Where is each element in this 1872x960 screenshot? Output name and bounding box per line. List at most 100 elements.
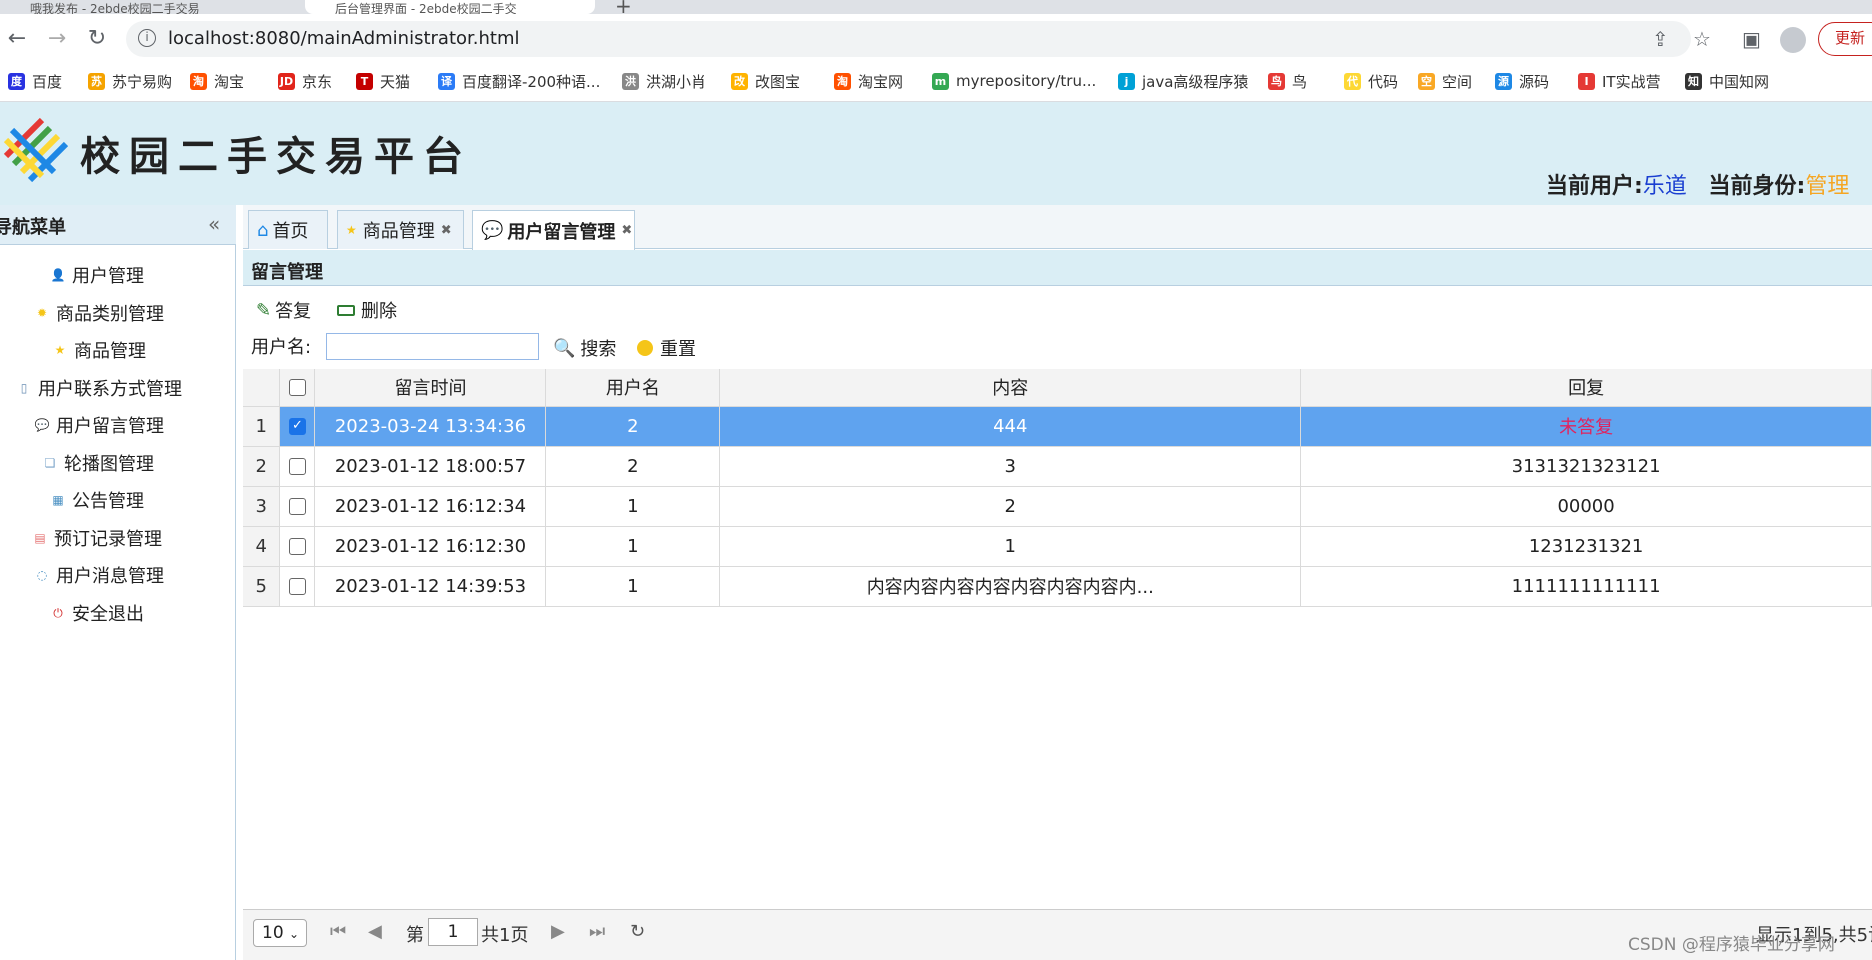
row-number: 3 (243, 486, 281, 527)
user-icon: 👤 (50, 268, 66, 282)
cell-content: 1 (719, 526, 1302, 567)
row-number: 2 (243, 446, 281, 487)
nav-item-label: 商品管理 (74, 341, 146, 362)
table-row[interactable]: 1 ✓ 2023-03-24 13:34:36 2 444 未答复 (243, 406, 1872, 447)
bookmark-label: 改图宝 (755, 72, 801, 91)
cell-time: 2023-01-12 18:00:57 (314, 446, 547, 487)
message-icon: ◌ (36, 568, 48, 582)
bookmark-favicon-icon: 空 (1418, 72, 1435, 90)
bookmark-item[interactable]: 洪洪湖小肖 (622, 70, 706, 92)
table-row[interactable]: 4 2023-01-12 16:12:30 1 1 1231231321 (243, 526, 1872, 567)
row-checkbox[interactable]: ✓ (288, 418, 306, 435)
bookmark-item[interactable]: 度百度 (8, 70, 62, 92)
bookmark-item[interactable]: 淘淘宝 (190, 70, 244, 92)
bookmark-item[interactable]: T 天猫 (356, 70, 410, 92)
close-icon[interactable]: ✖ (441, 223, 452, 238)
bookmark-item[interactable]: 鸟鸟 (1268, 70, 1307, 92)
bookmark-item[interactable]: 源源码 (1495, 70, 1549, 92)
column-header-reply[interactable]: 回复 (1300, 369, 1872, 407)
bookmark-favicon-icon: 度 (8, 72, 25, 90)
column-header-content[interactable]: 内容 (719, 369, 1302, 407)
bookmark-item[interactable]: 空空间 (1418, 70, 1472, 92)
close-icon[interactable]: ✖ (621, 223, 632, 238)
refresh-icon[interactable]: ↻ (630, 921, 645, 942)
column-header-time[interactable]: 留言时间 (314, 369, 547, 407)
search-label: 搜索 (580, 339, 617, 360)
bookmark-item[interactable]: 淘淘宝网 (834, 70, 903, 92)
info-icon[interactable]: i (138, 29, 156, 47)
tab-home[interactable]: ⌂ 首页 (248, 210, 328, 249)
table-row[interactable]: 5 2023-01-12 14:39:53 1 内容内容内容内容内容内容内容内... 1… (243, 566, 1872, 607)
table-row[interactable]: 3 2023-01-12 16:12:34 1 2 00000 (243, 486, 1872, 527)
prev-page-icon[interactable]: ◀ (368, 921, 382, 942)
bookmark-item[interactable]: 代代码 (1344, 70, 1398, 92)
nav-item[interactable]: ⏻ 安全退出 (50, 597, 144, 629)
bookmark-favicon-icon: I (1578, 72, 1595, 90)
browser-tab[interactable]: 哦我发布 - 2ebde校园二手交易 (0, 0, 300, 14)
nav-item-label: 安全退出 (72, 604, 144, 625)
back-icon[interactable]: ← (2, 24, 32, 54)
page-size-value: 10 (262, 923, 284, 943)
column-header-username[interactable]: 用户名 (545, 369, 721, 407)
browser-tab-active[interactable]: 后台管理界面 - 2ebde校园二手交 (305, 0, 595, 14)
profile-avatar-icon[interactable] (1780, 27, 1806, 53)
nav-item[interactable]: ▦ 公告管理 (50, 484, 144, 516)
bookmark-item[interactable]: m myrepository/tru... (932, 70, 1096, 92)
reload-icon[interactable]: ↻ (82, 24, 112, 54)
home-icon: ⌂ (257, 219, 269, 241)
table-row[interactable]: 2 2023-01-12 18:00:57 2 3 3131321323121 (243, 446, 1872, 487)
nav-item[interactable]: 💬 用户留言管理 (34, 409, 164, 441)
nav-item-label: 预订记录管理 (54, 529, 162, 550)
bookmark-favicon-icon: j (1118, 72, 1135, 90)
nav-item-label: 用户管理 (72, 266, 144, 287)
tab-user-messages[interactable]: 💬 用户留言管理 ✖ (472, 210, 635, 250)
bookmark-item[interactable]: 译百度翻译-200种语... (438, 70, 600, 92)
delete-button[interactable]: 删除 (337, 297, 397, 323)
search-button[interactable]: 🔍 搜索 (553, 335, 616, 361)
nav-item[interactable]: ◌ 用户消息管理 (34, 559, 164, 591)
pencil-icon: ✎ (256, 299, 272, 321)
sidepanel-icon[interactable]: ▣ (1742, 27, 1761, 51)
last-page-icon[interactable]: ⏭ (589, 921, 605, 942)
bookmark-star-icon[interactable]: ☆ (1693, 27, 1711, 51)
tab-goods[interactable]: ★ 商品管理 ✖ (337, 210, 464, 249)
nav-item[interactable]: ✹ 商品类别管理 (34, 297, 164, 329)
forward-icon[interactable]: → (42, 24, 72, 54)
bookmark-item[interactable]: 苏苏宁易购 (88, 70, 172, 92)
row-checkbox[interactable] (288, 578, 306, 595)
cell-username: 1 (545, 486, 721, 527)
collapse-icon[interactable]: « (208, 212, 220, 236)
nav-item[interactable]: ❏ 轮播图管理 (42, 447, 154, 479)
page-size-select[interactable]: 10 ⌄ (253, 919, 307, 947)
bookmark-label: 淘宝网 (858, 72, 904, 91)
page-number-input[interactable]: 1 (428, 918, 478, 946)
comment-icon: 💬 (34, 418, 50, 432)
nav-item[interactable]: ▯ 用户联系方式管理 (16, 372, 182, 404)
nav-item[interactable]: ★ 商品管理 (52, 334, 146, 366)
url-text[interactable]: localhost:8080/mainAdministrator.html (168, 28, 519, 49)
update-button[interactable]: 更新 (1818, 22, 1872, 56)
bookmark-item[interactable]: j java高级程序猿 (1118, 70, 1248, 92)
reset-button[interactable]: 重置 (637, 335, 696, 361)
panel-header (243, 250, 1872, 286)
row-checkbox[interactable] (288, 538, 306, 555)
reply-button[interactable]: ✎ 答复 (256, 297, 311, 323)
cell-content: 444 (719, 406, 1302, 447)
select-all-checkbox[interactable] (288, 379, 306, 397)
first-page-icon[interactable]: ⏮ (330, 921, 346, 942)
slides-icon: ❏ (44, 456, 56, 470)
next-page-icon[interactable]: ▶ (551, 921, 565, 942)
username-search-input[interactable] (326, 333, 539, 360)
current-role-label: 当前身份: (1708, 174, 1806, 199)
bookmark-item[interactable]: I IT实战营 (1578, 70, 1661, 92)
bookmark-label: 百度 (32, 72, 63, 91)
sun-icon: ✹ (36, 306, 48, 320)
row-checkbox[interactable] (288, 458, 306, 475)
bookmark-item[interactable]: 改改图宝 (731, 70, 800, 92)
share-icon[interactable]: ⇪ (1652, 27, 1669, 51)
nav-item[interactable]: 👤 用户管理 (50, 259, 144, 291)
nav-item[interactable]: ▤ 预订记录管理 (32, 522, 162, 554)
bookmark-item[interactable]: 知中国知网 (1685, 70, 1769, 92)
bookmark-item[interactable]: JD 京东 (278, 70, 332, 92)
row-checkbox[interactable] (288, 498, 306, 515)
